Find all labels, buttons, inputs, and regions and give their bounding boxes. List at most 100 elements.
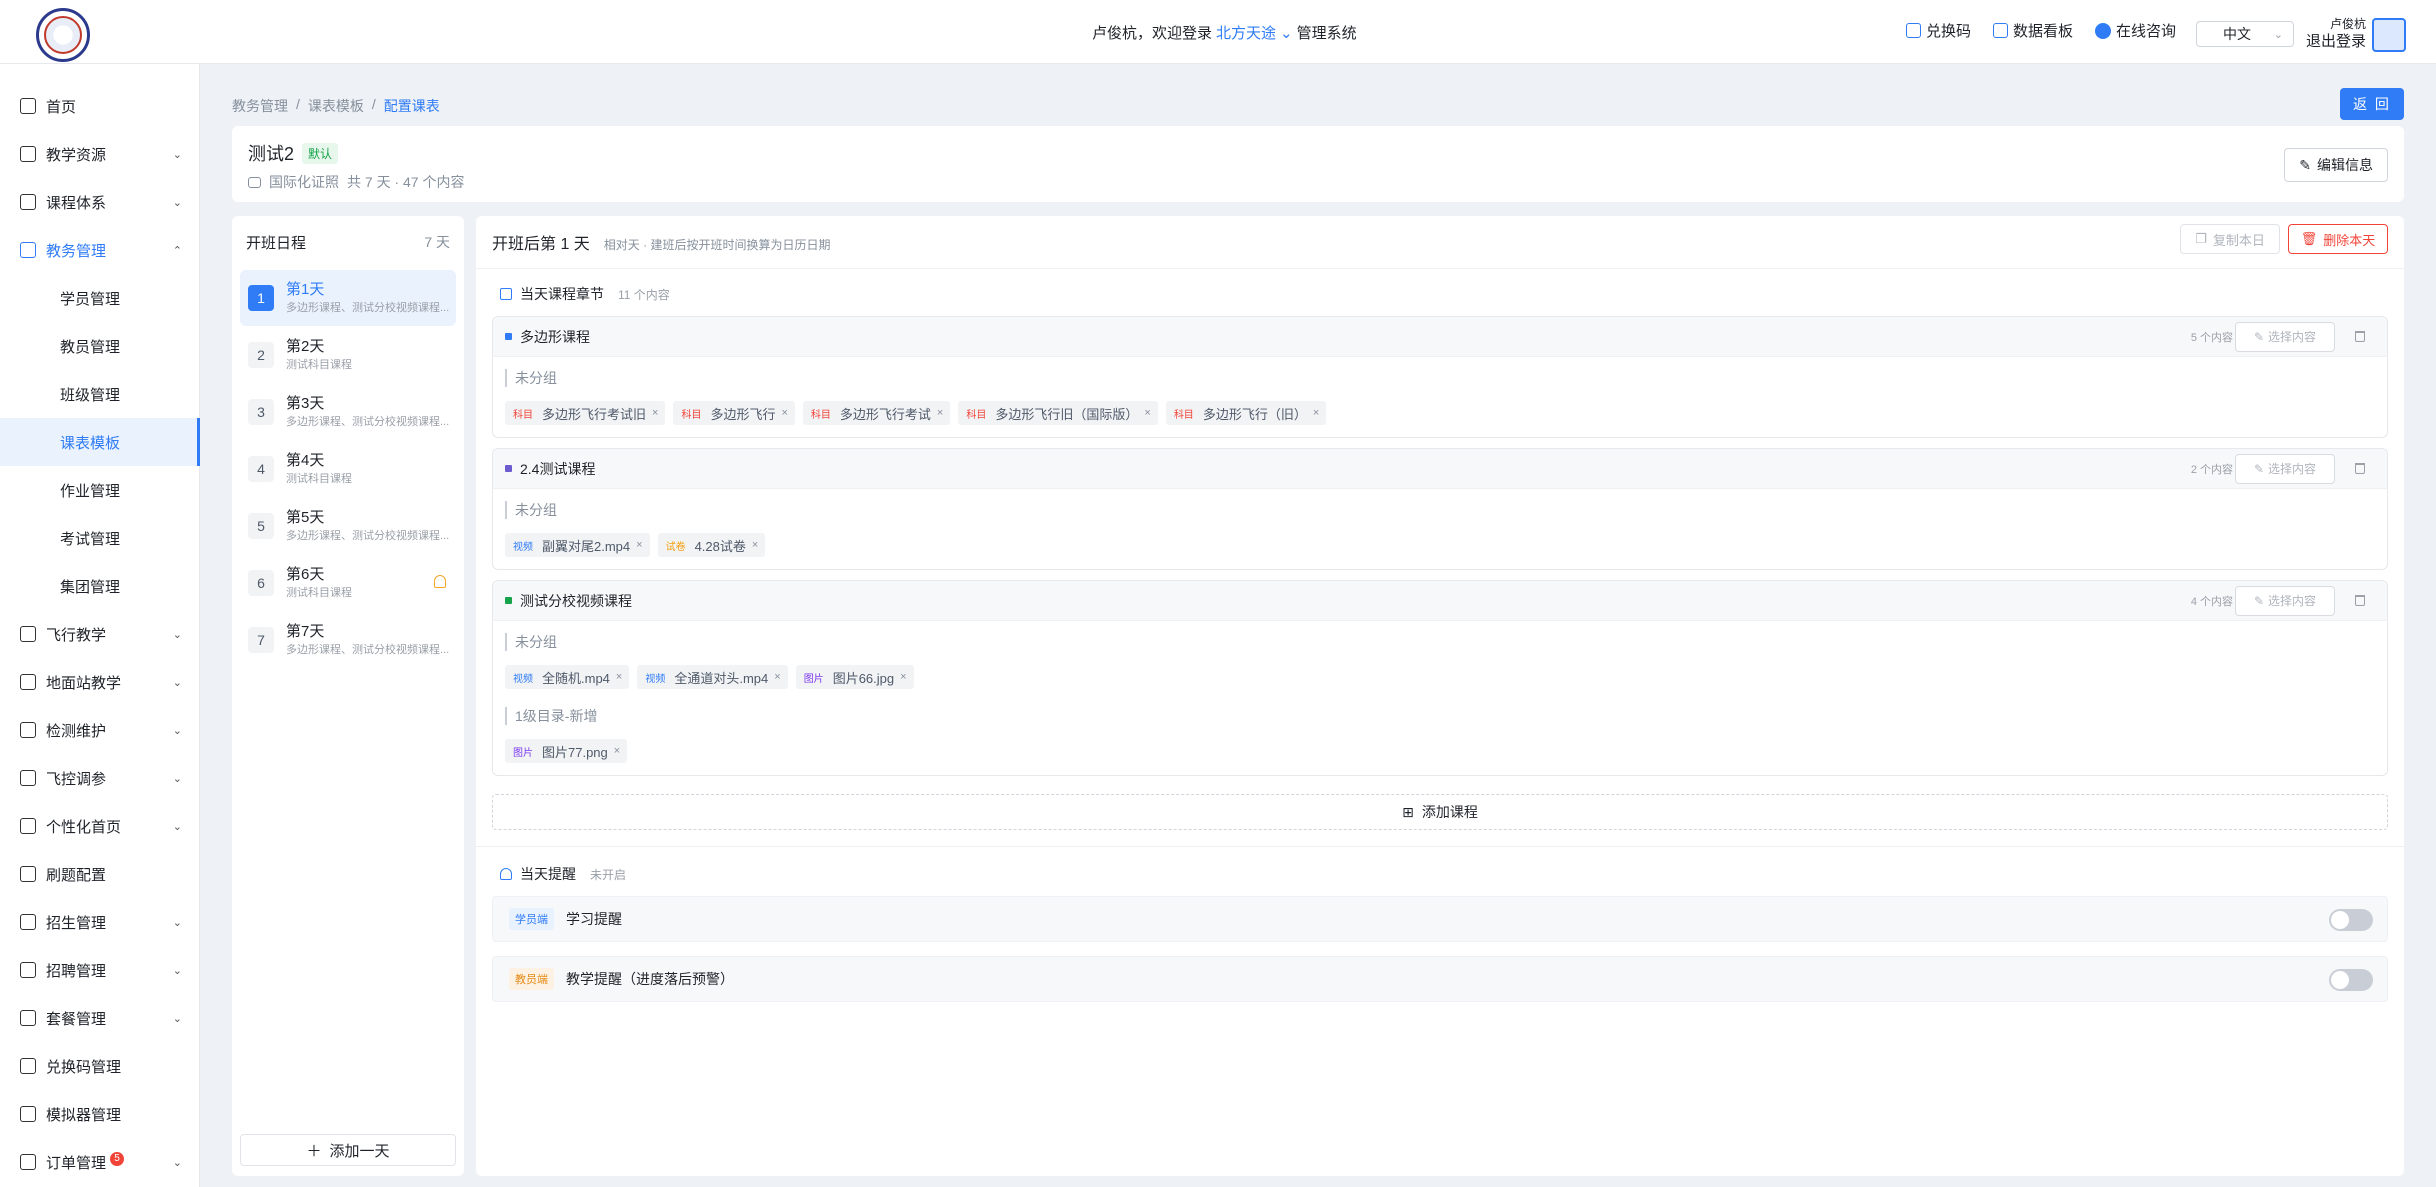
content-chip[interactable]: 科目 多边形飞行旧（国际版） × bbox=[958, 401, 1158, 425]
content-chip[interactable]: 图片 图片66.jpg × bbox=[795, 665, 914, 689]
sidebar-item-orders[interactable]: 订单管理 5 ⌄ bbox=[0, 1138, 200, 1186]
close-icon[interactable]: × bbox=[652, 407, 658, 419]
logout-link[interactable]: 退出登录 bbox=[2306, 32, 2366, 52]
reminder-toggle[interactable] bbox=[2329, 909, 2373, 931]
sidebar-item-flight-control[interactable]: 飞控调参 ⌄ bbox=[0, 754, 200, 802]
sidebar-item-schedule-template[interactable]: 课表模板 bbox=[0, 418, 200, 466]
sidebar-item-group[interactable]: 集团管理 bbox=[0, 562, 200, 610]
sidebar-item-custom-home[interactable]: 个性化首页 ⌄ bbox=[0, 802, 200, 850]
trash-icon[interactable] bbox=[2355, 595, 2365, 606]
chevron-down-icon: ⌄ bbox=[172, 196, 182, 209]
trash-icon[interactable] bbox=[2355, 331, 2365, 342]
add-course-button[interactable]: ⊞ 添加课程 bbox=[492, 794, 2388, 830]
day-item[interactable]: 3 第3天 多边形课程、测试分校视频课程... bbox=[240, 384, 456, 440]
close-icon[interactable]: × bbox=[636, 539, 642, 551]
bell-icon bbox=[500, 868, 512, 880]
schedule-count: 7 天 bbox=[424, 234, 450, 250]
page-icon bbox=[20, 818, 36, 834]
back-button[interactable]: 返 回 bbox=[2340, 88, 2404, 120]
sidebar-item-quiz-config[interactable]: 刷题配置 bbox=[0, 850, 200, 898]
sidebar-item-course-system[interactable]: 课程体系 ⌄ bbox=[0, 178, 200, 226]
book-icon bbox=[20, 146, 36, 162]
dashboard-link[interactable]: 数据看板 bbox=[1993, 20, 2073, 41]
online-consult-link[interactable]: 在线咨询 bbox=[2095, 20, 2176, 41]
sidebar-item-home[interactable]: 首页 bbox=[0, 82, 200, 130]
sidebar-item-ground-station[interactable]: 地面站教学 ⌄ bbox=[0, 658, 200, 706]
day-item[interactable]: 5 第5天 多边形课程、测试分校视频课程... bbox=[240, 498, 456, 554]
top-bar: 卢俊杭，欢迎登录 北方天途 ⌄ 管理系统 兑换码 数据看板 在线咨询 中文 ⌄ 卢… bbox=[0, 0, 2436, 64]
sidebar-item-exams[interactable]: 考试管理 bbox=[0, 514, 200, 562]
reminder-toggle[interactable] bbox=[2329, 969, 2373, 991]
breadcrumb-template[interactable]: 课表模板 bbox=[308, 96, 364, 116]
chevron-down-icon: ⌄ bbox=[172, 1012, 182, 1025]
close-icon[interactable]: × bbox=[614, 745, 620, 757]
content-chip[interactable]: 图片 图片77.png × bbox=[505, 739, 628, 763]
qrcode-icon bbox=[20, 1058, 36, 1074]
day-item[interactable]: 7 第7天 多边形课程、测试分校视频课程... bbox=[240, 612, 456, 668]
close-icon[interactable]: × bbox=[752, 539, 758, 551]
redeem-code-link[interactable]: 兑换码 bbox=[1906, 20, 1971, 41]
close-icon[interactable]: × bbox=[937, 407, 943, 419]
sidebar-item-recruitment[interactable]: 招聘管理 ⌄ bbox=[0, 946, 200, 994]
content-chip[interactable]: 科目 多边形飞行 × bbox=[673, 401, 795, 425]
briefcase-icon bbox=[20, 962, 36, 978]
edit-info-button[interactable]: ✎ 编辑信息 bbox=[2284, 148, 2388, 182]
sidebar-item-flight-teaching[interactable]: 飞行教学 ⌄ bbox=[0, 610, 200, 658]
chevron-down-icon: ⌄ bbox=[172, 148, 182, 161]
close-icon[interactable]: × bbox=[616, 671, 622, 683]
content-chip[interactable]: 科目 多边形飞行考试 × bbox=[802, 401, 951, 425]
content-chip[interactable]: 视频 全通道对头.mp4 × bbox=[637, 665, 788, 689]
welcome-prefix: 卢俊杭，欢迎登录 bbox=[1092, 25, 1213, 42]
close-icon[interactable]: × bbox=[1313, 407, 1319, 419]
brand-switcher[interactable]: 北方天途 bbox=[1216, 22, 1276, 43]
day-item[interactable]: 6 第6天 测试科目课程 bbox=[240, 555, 456, 611]
sidebar-item-students[interactable]: 学员管理 bbox=[0, 274, 200, 322]
sidebar-item-teachers[interactable]: 教员管理 bbox=[0, 322, 200, 370]
close-icon[interactable]: × bbox=[774, 671, 780, 683]
sidebar-item-packages[interactable]: 套餐管理 ⌄ bbox=[0, 994, 200, 1042]
trash-icon[interactable] bbox=[2355, 463, 2365, 474]
pencil-icon: ✎ bbox=[2253, 593, 2265, 608]
select-content-button[interactable]: ✎ 选择内容 bbox=[2235, 585, 2335, 616]
content-chip[interactable]: 科目 多边形飞行（旧） × bbox=[1165, 401, 1327, 425]
content-chip[interactable]: 视频 副翼对尾2.mp4 × bbox=[505, 533, 650, 557]
content-chip[interactable]: 视频 全随机.mp4 × bbox=[505, 665, 630, 689]
sidebar-item-homework[interactable]: 作业管理 bbox=[0, 466, 200, 514]
chevron-down-icon: ⌄ bbox=[2273, 28, 2283, 41]
day-hint: 相对天 · 建班后按开班时间换算为日历日期 bbox=[603, 238, 831, 252]
schedule-panel: 开班日程 7 天 1 第1天 多边形课程、测试分校视频课程... 2 第2天 测试科目课… bbox=[232, 216, 464, 1176]
add-day-button[interactable]: ＋添加一天 bbox=[240, 1134, 456, 1166]
close-icon[interactable]: × bbox=[900, 671, 906, 683]
pencil-icon: ✎ bbox=[2253, 329, 2265, 344]
pencil-icon: ✎ bbox=[2299, 156, 2311, 173]
sidebar-item-maintenance[interactable]: 检测维护 ⌄ bbox=[0, 706, 200, 754]
role-tag: 学员端 bbox=[509, 908, 554, 930]
select-content-button[interactable]: ✎ 选择内容 bbox=[2235, 453, 2335, 484]
chevron-up-icon: ⌃ bbox=[172, 244, 182, 257]
language-select[interactable]: 中文 ⌄ bbox=[2196, 21, 2294, 47]
select-content-button[interactable]: ✎ 选择内容 bbox=[2235, 321, 2335, 352]
content-chip[interactable]: 试卷 4.28试卷 × bbox=[657, 533, 766, 557]
sidebar-item-classes[interactable]: 班级管理 bbox=[0, 370, 200, 418]
sidebar-item-simulators[interactable]: 模拟器管理 bbox=[0, 1090, 200, 1138]
sidebar-item-teaching-resources[interactable]: 教学资源 ⌄ bbox=[0, 130, 200, 178]
course-dot bbox=[505, 465, 512, 472]
close-icon[interactable]: × bbox=[781, 407, 787, 419]
order-count-badge: 5 bbox=[110, 1151, 125, 1166]
sidebar-item-academic-affairs[interactable]: 教务管理 ⌃ bbox=[0, 226, 200, 274]
delete-day-button[interactable]: 🗑 删除本天 bbox=[2288, 224, 2388, 254]
school-logo[interactable] bbox=[36, 8, 90, 62]
day-item[interactable]: 2 第2天 测试科目课程 bbox=[240, 327, 456, 383]
close-icon[interactable]: × bbox=[1144, 407, 1150, 419]
package-icon bbox=[20, 1010, 36, 1026]
chevron-down-icon[interactable]: ⌄ bbox=[1280, 24, 1293, 42]
day-item[interactable]: 4 第4天 测试科目课程 bbox=[240, 441, 456, 497]
sidebar-item-redeem-codes[interactable]: 兑换码管理 bbox=[0, 1042, 200, 1090]
chevron-down-icon: ⌄ bbox=[172, 1156, 182, 1169]
sidebar-item-enrollment[interactable]: 招生管理 ⌄ bbox=[0, 898, 200, 946]
day-item[interactable]: 1 第1天 多边形课程、测试分校视频课程... bbox=[240, 270, 456, 326]
avatar[interactable] bbox=[2372, 18, 2406, 52]
content-chip[interactable]: 科目 多边形飞行考试旧 × bbox=[505, 401, 666, 425]
breadcrumb-academic[interactable]: 教务管理 bbox=[232, 96, 288, 116]
copy-day-button[interactable]: ❐ 复制本日 bbox=[2180, 224, 2280, 254]
